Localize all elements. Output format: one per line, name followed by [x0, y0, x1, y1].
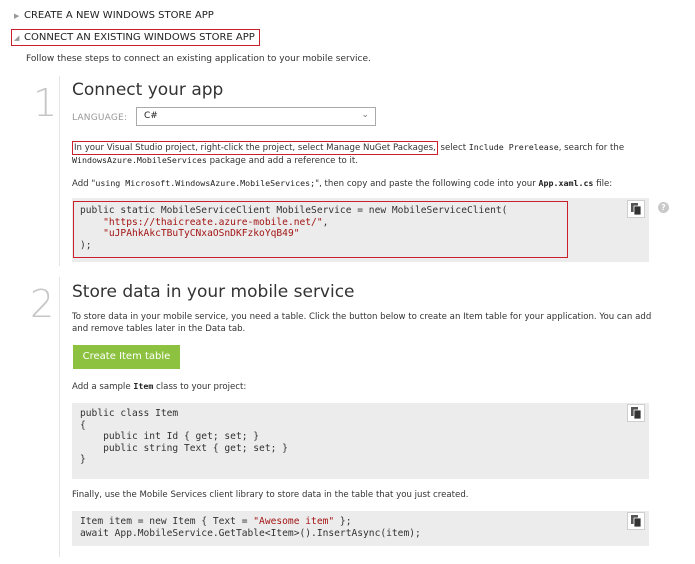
step-divider	[59, 76, 60, 266]
step-divider	[59, 277, 60, 557]
add-sample-class-text: Add a sample Item class to your project:	[72, 381, 247, 392]
triangle-down-icon: ◢	[14, 34, 20, 42]
copy-icon	[631, 515, 642, 528]
accordion-connect-existing-app[interactable]: ◢ CONNECT AN EXISTING WINDOWS STORE APP	[11, 29, 260, 46]
language-select[interactable]: C# ⌄	[136, 107, 376, 126]
chevron-down-icon: ⌄	[361, 110, 369, 120]
copy-code-button[interactable]	[627, 200, 645, 218]
finally-text: Finally, use the Mobile Services client …	[72, 490, 469, 500]
language-label: LANGUAGE:	[72, 113, 128, 123]
step-number-1: 1	[33, 81, 58, 125]
accordion-label: CREATE A NEW WINDOWS STORE APP	[24, 10, 214, 21]
connect-code[interactable]: public static MobileServiceClient Mobile…	[80, 205, 507, 251]
accordion-create-new-app[interactable]: ▶ CREATE A NEW WINDOWS STORE APP	[14, 10, 214, 21]
copy-icon	[631, 407, 642, 420]
copy-icon	[631, 203, 642, 216]
instruction-line2: WindowsAzure.MobileServices package and …	[72, 155, 359, 166]
triangle-right-icon: ▶	[14, 12, 20, 20]
step2-title: Store data in your mobile service	[72, 282, 355, 302]
instruction-line1: In your Visual Studio project, right-cli…	[72, 141, 625, 155]
create-item-table-button[interactable]: Create Item table	[73, 345, 180, 369]
step2-desc-line1: To store data in your mobile service, yo…	[72, 312, 652, 322]
item-class-code[interactable]: public class Item { public int Id { get;…	[80, 408, 288, 466]
copy-code-button[interactable]	[627, 512, 645, 530]
intro-text: Follow these steps to connect an existin…	[26, 54, 371, 64]
step1-title: Connect your app	[72, 80, 224, 100]
language-value: C#	[144, 111, 158, 121]
accordion-label: CONNECT AN EXISTING WINDOWS STORE APP	[24, 32, 255, 43]
step2-desc-line2: and remove tables later in the Data tab.	[72, 324, 246, 334]
instruction-highlight: In your Visual Studio project, right-cli…	[72, 141, 438, 155]
step-number-2: 2	[30, 282, 55, 326]
help-icon[interactable]: ?	[658, 202, 669, 213]
add-using-instruction: Add "using Microsoft.WindowsAzure.Mobile…	[72, 178, 613, 189]
insert-code[interactable]: Item item = new Item { Text = "Awesome i…	[80, 516, 421, 539]
copy-code-button[interactable]	[627, 404, 645, 422]
